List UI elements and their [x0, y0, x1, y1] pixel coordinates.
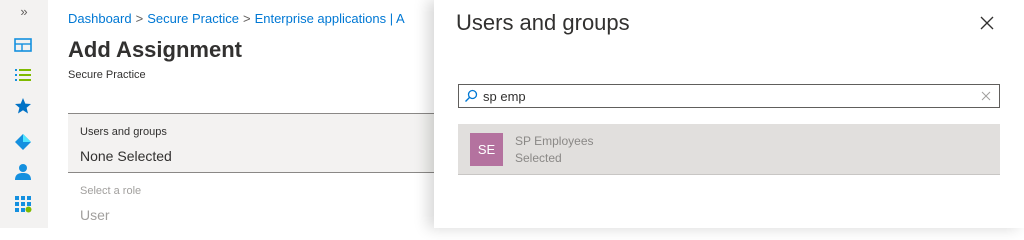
all-services-icon[interactable] — [14, 66, 32, 84]
list-item[interactable]: SE SP Employees Selected — [458, 124, 1000, 175]
users-and-groups-selector[interactable]: Users and groups None Selected — [68, 113, 438, 173]
favorites-star-icon[interactable] — [14, 97, 32, 115]
close-icon[interactable] — [978, 14, 996, 32]
users-and-groups-label: Users and groups — [80, 126, 167, 138]
search-input[interactable] — [483, 87, 973, 105]
select-role-value: User — [80, 207, 110, 223]
page-subtitle: Secure Practice — [68, 69, 146, 81]
azure-ad-icon[interactable] — [14, 133, 32, 151]
avatar: SE — [470, 133, 503, 166]
users-and-groups-value: None Selected — [80, 148, 172, 164]
page-title: Add Assignment — [68, 37, 242, 62]
breadcrumb-secure-practice[interactable]: Secure Practice — [147, 11, 239, 26]
dashboard-icon[interactable] — [14, 36, 32, 54]
breadcrumb-separator: > — [242, 11, 251, 26]
select-role-label: Select a role — [80, 185, 142, 197]
group-name: SP Employees — [515, 134, 594, 148]
breadcrumb-enterprise-applications[interactable]: Enterprise applications | A — [255, 11, 405, 26]
search-icon — [465, 89, 478, 102]
breadcrumb: Dashboard > Secure Practice > Enterprise app… — [68, 11, 405, 26]
users-and-groups-panel: Users and groups SE SP Employees Selecte… — [434, 0, 1024, 228]
all-resources-icon[interactable] — [14, 195, 32, 213]
breadcrumb-separator: > — [135, 11, 144, 26]
selection-status: Selected — [515, 151, 562, 165]
breadcrumb-dashboard[interactable]: Dashboard — [68, 11, 132, 26]
expand-menu-icon[interactable]: » — [0, 4, 48, 19]
add-assignment-blade: Dashboard > Secure Practice > Enterprise app… — [48, 0, 438, 228]
panel-title: Users and groups — [456, 10, 630, 35]
clear-search-icon[interactable] — [980, 90, 992, 102]
left-nav-rail: » — [0, 0, 48, 228]
search-box — [458, 84, 1000, 108]
users-icon[interactable] — [14, 163, 32, 181]
